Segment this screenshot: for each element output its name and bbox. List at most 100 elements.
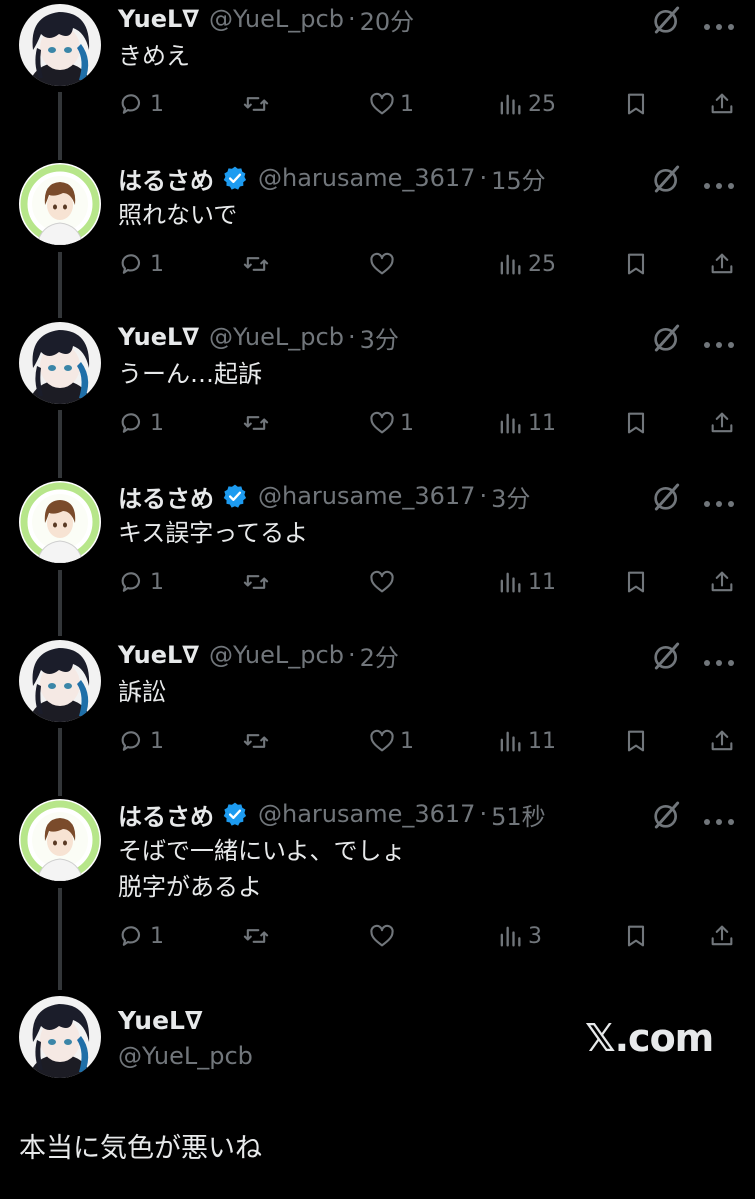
views-count: 25 [528,251,556,277]
more-icon[interactable] [703,811,735,825]
tweet[interactable]: はるさめ @harusame_3617 · 51秒 そばで一緒にいよ、でしょ 脱字がある… [0,795,755,990]
more-icon[interactable] [703,493,735,507]
tweet-text: キス誤字ってるよ [118,519,309,547]
author-handle[interactable]: @harusame_3617 [258,482,475,510]
reply-button[interactable]: 1 [118,725,164,757]
views-button[interactable]: 11 [496,407,556,439]
tweet[interactable]: YueL∇ @YueL_pcb · 3分 うーん…起訴 1 1 11 [0,318,755,477]
reply-button[interactable]: 1 [118,407,164,439]
views-button[interactable]: 11 [496,725,556,757]
tweet[interactable]: YueL∇ @YueL_pcb · 2分 訴訟 1 1 11 [0,636,755,795]
bookmark-button[interactable] [622,920,650,952]
author-name[interactable]: YueL∇ [118,641,199,669]
grok-icon[interactable] [651,640,683,672]
tweet-header: YueL∇ @YueL_pcb · 20分 [118,2,414,36]
tweet-text: うーん…起訴 [118,360,262,388]
author-handle[interactable]: @harusame_3617 [258,164,475,192]
tweet[interactable]: YueL∇ @YueL_pcb · 20分 きめえ 1 1 25 [0,0,755,159]
timestamp[interactable]: 20分 [360,2,415,37]
author-name[interactable]: はるさめ [118,479,214,514]
share-button[interactable] [708,407,736,439]
more-icon[interactable] [703,175,735,189]
bookmark-button[interactable] [622,407,650,439]
grok-icon[interactable] [651,4,683,36]
grok-icon[interactable] [651,322,683,354]
more-icon[interactable] [703,652,735,666]
views-button[interactable]: 25 [496,88,556,120]
retweet-button[interactable] [242,920,274,952]
author-handle[interactable]: @YueL_pcb [209,641,344,669]
tweet-text: 訴訟 [118,678,166,706]
tweet-text: そばで一緒にいよ、でしょ 脱字があるよ [118,837,406,901]
views-button[interactable]: 3 [496,920,542,952]
reply-icon [118,727,146,755]
views-button[interactable]: 25 [496,248,556,280]
more-icon[interactable] [703,334,735,348]
timestamp[interactable]: 3分 [360,320,399,355]
views-icon [496,90,524,118]
grok-icon[interactable] [651,799,683,831]
timestamp[interactable]: 15分 [491,161,546,196]
retweet-button[interactable] [242,88,274,120]
avatar[interactable] [19,799,101,881]
like-button[interactable]: 1 [368,725,414,757]
retweet-button[interactable] [242,407,274,439]
retweet-button[interactable] [242,248,274,280]
tweet[interactable]: はるさめ @harusame_3617 · 3分 キス誤字ってるよ 1 11 [0,477,755,636]
share-button[interactable] [708,88,736,120]
like-button[interactable] [368,920,400,952]
views-button[interactable]: 11 [496,566,556,598]
share-button[interactable] [708,566,736,598]
avatar[interactable] [19,640,101,722]
bookmark-button[interactable] [622,725,650,757]
author-handle[interactable]: @YueL_pcb [209,323,344,351]
avatar[interactable] [19,4,101,86]
avatar[interactable] [19,481,101,563]
grok-icon[interactable] [651,163,683,195]
share-button[interactable] [708,248,736,280]
share-button[interactable] [708,725,736,757]
grok-icon[interactable] [651,481,683,513]
bookmark-button[interactable] [622,566,650,598]
timestamp[interactable]: 3分 [491,479,530,514]
like-button[interactable]: 1 [368,407,414,439]
replies-count: 1 [150,251,164,277]
avatar[interactable] [19,163,101,245]
like-button[interactable] [368,248,400,280]
reply-icon [118,90,146,118]
tweet-header: YueL∇ @YueL_pcb · 2分 [118,638,399,672]
share-icon [708,250,736,278]
author-name[interactable]: YueL∇ [118,1006,202,1035]
bookmark-button[interactable] [622,88,650,120]
author-name[interactable]: YueL∇ [118,323,199,351]
views-icon [496,922,524,950]
bookmark-icon [622,409,650,437]
author-handle[interactable]: @YueL_pcb [118,1042,253,1070]
author-handle[interactable]: @YueL_pcb [209,5,344,33]
reply-button[interactable]: 1 [118,920,164,952]
retweet-button[interactable] [242,725,274,757]
bookmark-button[interactable] [622,248,650,280]
avatar[interactable] [19,996,101,1078]
action-bar: 13 [118,920,738,952]
reply-button[interactable]: 1 [118,566,164,598]
reply-button[interactable]: 1 [118,248,164,280]
more-icon[interactable] [703,16,735,30]
verified-icon [222,483,248,509]
retweet-icon [242,250,270,278]
timestamp[interactable]: 51秒 [491,797,546,832]
author-handle[interactable]: @harusame_3617 [258,800,475,828]
timestamp[interactable]: 2分 [360,638,399,673]
like-button[interactable] [368,566,400,598]
reply-button[interactable]: 1 [118,88,164,120]
avatar[interactable] [19,322,101,404]
author-name[interactable]: YueL∇ [118,5,199,33]
tweet[interactable]: はるさめ @harusame_3617 · 15分 照れないで 1 25 [0,159,755,318]
author-name[interactable]: はるさめ [118,797,214,832]
share-icon [708,409,736,437]
retweet-button[interactable] [242,566,274,598]
focused-tweet[interactable]: YueL∇ @YueL_pcb 𝕏.com 本当に気色が悪いね [0,996,755,1199]
like-button[interactable]: 1 [368,88,414,120]
author-name[interactable]: はるさめ [118,161,214,196]
share-button[interactable] [708,920,736,952]
